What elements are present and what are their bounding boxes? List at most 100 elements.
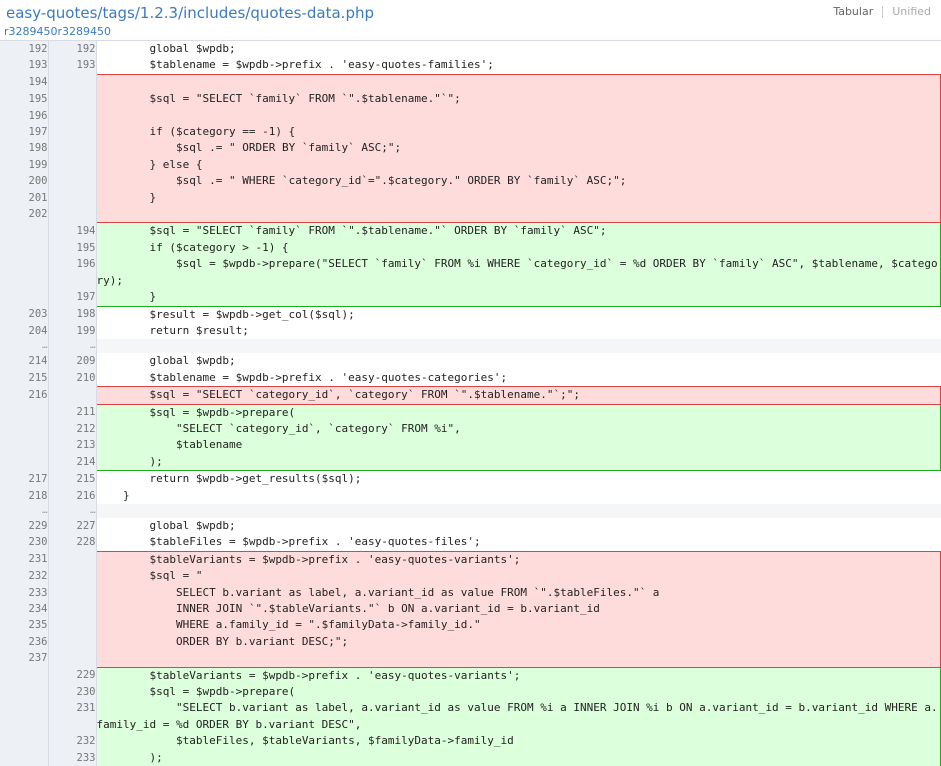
new-line-number: 198 <box>48 306 96 323</box>
code-line: if ($category > -1) { <box>96 240 941 256</box>
diff-skip-row: …… <box>0 504 941 518</box>
old-line-number: 235 <box>0 617 48 633</box>
new-line-number: … <box>48 339 96 353</box>
new-line-number <box>48 74 96 91</box>
code-line: "SELECT `category_id`, `category` FROM %… <box>96 421 941 437</box>
old-line-number: 199 <box>0 157 48 173</box>
code-line: return $result; <box>96 323 941 339</box>
code-line: INNER JOIN `".$tableVariants."` b ON a.v… <box>96 601 941 617</box>
new-line-number: 228 <box>48 534 96 551</box>
code-line: $sql .= " ORDER BY `family` ASC;"; <box>96 140 941 156</box>
diff-row-context: 203198 $result = $wpdb->get_col($sql); <box>0 306 941 323</box>
diff-row-added: 211 $sql = $wpdb->prepare( <box>0 404 941 421</box>
old-line-number: 197 <box>0 124 48 140</box>
new-line-number: 214 <box>48 454 96 471</box>
old-line-number: 200 <box>0 173 48 189</box>
diff-row-removed: 196 ​ <box>0 108 941 124</box>
new-line-number: 227 <box>48 518 96 534</box>
code-line <box>96 504 941 518</box>
code-line: } <box>96 488 941 504</box>
old-line-number: 193 <box>0 57 48 74</box>
view-mode-switch: Tabular Unified <box>833 5 931 18</box>
revision-link[interactable]: r3289450r3289450 <box>4 25 111 38</box>
new-line-number: 230 <box>48 684 96 700</box>
new-line-number <box>48 601 96 617</box>
diff-row-added: 214 ); <box>0 454 941 471</box>
new-line-number <box>48 190 96 206</box>
old-line-number <box>0 421 48 437</box>
diff-row-added: 232 $tableFiles, $tableVariants, $family… <box>0 733 941 749</box>
diff-body: 192192 global $wpdb;193193 $tablename = … <box>0 41 941 766</box>
code-line: ​ <box>96 206 941 223</box>
diff-row-context: 229227 global $wpdb; <box>0 518 941 534</box>
new-line-number <box>48 551 96 568</box>
code-line: } <box>96 289 941 306</box>
diff-row-removed: 232 $sql = " <box>0 568 941 584</box>
diff-skip-row: …… <box>0 339 941 353</box>
old-line-number <box>0 684 48 700</box>
new-line-number <box>48 387 96 404</box>
new-line-number <box>48 617 96 633</box>
new-line-number: 195 <box>48 240 96 256</box>
code-line: $tablename = $wpdb->prefix . 'easy-quote… <box>96 370 941 387</box>
new-line-number: 197 <box>48 289 96 306</box>
old-line-number: 237 <box>0 650 48 667</box>
new-line-number: 233 <box>48 750 96 766</box>
old-line-number: 202 <box>0 206 48 223</box>
code-line: ​ <box>96 108 941 124</box>
new-line-number <box>48 568 96 584</box>
code-line: $result = $wpdb->get_col($sql); <box>96 306 941 323</box>
new-line-number: … <box>48 504 96 518</box>
code-line: } else { <box>96 157 941 173</box>
code-line: $sql = $wpdb->prepare( <box>96 404 941 421</box>
diff-row-removed: 201 } <box>0 190 941 206</box>
old-line-number: 214 <box>0 353 48 369</box>
unified-view-tab[interactable]: Unified <box>892 5 931 18</box>
code-line: $sql = "SELECT `family` FROM `".$tablena… <box>96 223 941 240</box>
old-line-number: 195 <box>0 91 48 107</box>
new-line-number <box>48 634 96 650</box>
code-line: $sql = $wpdb->prepare( <box>96 684 941 700</box>
diff-row-added: 196 $sql = $wpdb->prepare("SELECT `famil… <box>0 256 941 289</box>
diff-table: 192192 global $wpdb;193193 $tablename = … <box>0 40 941 766</box>
old-line-number: … <box>0 504 48 518</box>
old-line-number <box>0 289 48 306</box>
old-line-number <box>0 454 48 471</box>
old-line-number: 196 <box>0 108 48 124</box>
old-line-number <box>0 240 48 256</box>
code-line: } <box>96 190 941 206</box>
diff-header: easy-quotes/tags/1.2.3/includes/quotes-d… <box>0 0 941 40</box>
diff-row-added: 231 "SELECT b.variant as label, a.varian… <box>0 700 941 733</box>
new-line-number: 196 <box>48 256 96 289</box>
new-line-number <box>48 108 96 124</box>
diff-row-removed: 195 $sql = "SELECT `family` FROM `".$tab… <box>0 91 941 107</box>
code-line: ); <box>96 454 941 471</box>
code-line: $tableVariants = $wpdb->prefix . 'easy-q… <box>96 667 941 684</box>
old-line-number: 229 <box>0 518 48 534</box>
old-line-number: 204 <box>0 323 48 339</box>
code-line: if ($category == -1) { <box>96 124 941 140</box>
diff-row-context: 193193 $tablename = $wpdb->prefix . 'eas… <box>0 57 941 74</box>
code-line: $tablename <box>96 437 941 453</box>
new-line-number: 213 <box>48 437 96 453</box>
code-line <box>96 339 941 353</box>
diff-row-context: 192192 global $wpdb; <box>0 41 941 58</box>
code-line: "SELECT b.variant as label, a.variant_id… <box>96 700 941 733</box>
new-line-number: 215 <box>48 471 96 488</box>
diff-row-added: 197 } <box>0 289 941 306</box>
code-line: $sql = $wpdb->prepare("SELECT `family` F… <box>96 256 941 289</box>
new-line-number <box>48 206 96 223</box>
old-line-number: 216 <box>0 387 48 404</box>
old-line-number: 234 <box>0 601 48 617</box>
code-line: $tableFiles = $wpdb->prefix . 'easy-quot… <box>96 534 941 551</box>
diff-row-removed: 199 } else { <box>0 157 941 173</box>
code-line: $tablename = $wpdb->prefix . 'easy-quote… <box>96 57 941 74</box>
view-separator <box>882 6 883 18</box>
old-line-number <box>0 700 48 733</box>
new-line-number <box>48 173 96 189</box>
tabular-view-tab[interactable]: Tabular <box>833 5 873 18</box>
file-path-link[interactable]: easy-quotes/tags/1.2.3/includes/quotes-d… <box>6 4 374 22</box>
code-line: ​ <box>96 74 941 91</box>
new-line-number: 231 <box>48 700 96 733</box>
old-line-number: 194 <box>0 74 48 91</box>
